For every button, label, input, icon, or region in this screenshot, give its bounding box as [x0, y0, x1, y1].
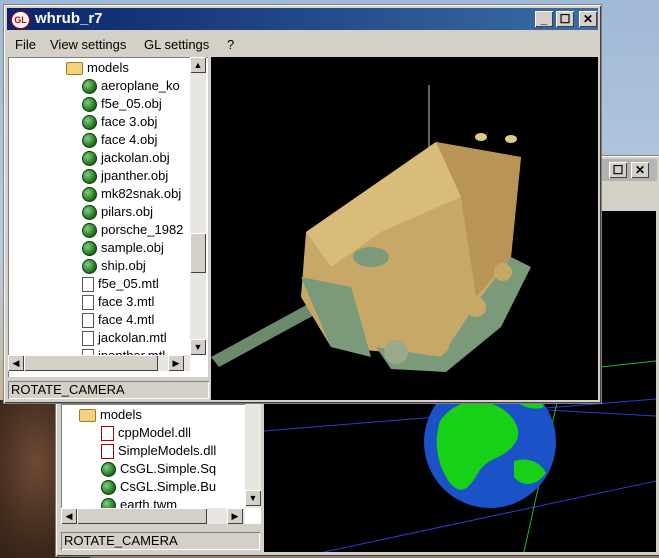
tree-item-label: sample.obj: [101, 240, 164, 255]
scroll-down-button[interactable]: ▼: [245, 490, 261, 506]
tree-item[interactable]: aeroplane_ko: [82, 77, 180, 95]
scroll-up-button[interactable]: ▲: [190, 57, 206, 73]
folder-icon: [66, 62, 83, 76]
tree-item-label: porsche_1982: [101, 222, 184, 237]
globe-icon: [82, 169, 97, 185]
menu-file[interactable]: File: [15, 37, 36, 52]
tree-item-label: face 3.mtl: [98, 294, 155, 309]
tree-item[interactable]: face 4.obj: [82, 131, 157, 149]
hscroll-thumb[interactable]: [24, 355, 158, 371]
document-icon: [82, 313, 94, 329]
tree-item[interactable]: mk82snak.obj: [82, 185, 181, 203]
tree-item-label: ship.obj: [101, 258, 146, 273]
dll-icon: [101, 444, 114, 460]
globe-icon: [82, 223, 97, 239]
menu-bar: File View settings GL settings ?: [7, 33, 598, 57]
tree-item-label: CsGL.Simple.Bu: [120, 479, 217, 494]
tree-item[interactable]: cppModel.dll: [101, 424, 191, 442]
tree-item-label: models: [87, 60, 129, 75]
tree-vscroll[interactable]: ▲ ▼: [190, 57, 206, 355]
tree-item[interactable]: SimpleModels.dll: [101, 442, 216, 460]
main-window-titlebar[interactable]: GL whrub_r7 _ ☐ ✕: [7, 8, 598, 30]
close-button[interactable]: ✕: [631, 162, 649, 178]
tree-item[interactable]: f5e_05.obj: [82, 95, 162, 113]
dll-icon: [101, 426, 114, 442]
maximize-button[interactable]: ☐: [609, 162, 627, 178]
globe-icon: [82, 79, 97, 95]
scroll-left-button[interactable]: ◀: [61, 508, 77, 524]
tank-model-render: [211, 85, 531, 372]
tree-item[interactable]: jackolan.mtl: [82, 329, 167, 347]
tree-item[interactable]: f5e_05.mtl: [82, 275, 159, 293]
status-bar: ROTATE_CAMERA: [8, 381, 209, 399]
tree-item-label: face 4.obj: [101, 132, 158, 147]
menu-gl-settings[interactable]: GL settings: [144, 37, 209, 52]
tree-item-label: jackolan.mtl: [98, 330, 167, 345]
tree-folder-models[interactable]: models: [66, 59, 129, 77]
tree-item-label: f5e_05.mtl: [98, 276, 159, 291]
tree-item-label: face 4.mtl: [98, 312, 155, 327]
globe-icon: [82, 151, 97, 167]
back-tree-vscroll[interactable]: ▼: [245, 404, 261, 508]
window-title: whrub_r7: [35, 10, 103, 27]
globe-icon: [82, 241, 97, 257]
globe-icon: [101, 480, 116, 496]
tree-item-label: SimpleModels.dll: [118, 443, 217, 458]
tree-hscroll[interactable]: ◀ ▶: [8, 355, 190, 371]
tree-item-label: pilars.obj: [101, 204, 154, 219]
maximize-button[interactable]: ☐: [556, 11, 574, 27]
tree-item[interactable]: face 3.obj: [82, 113, 157, 131]
tree-item-label: jpanther.obj: [101, 168, 169, 183]
tree-item[interactable]: face 4.mtl: [82, 311, 154, 329]
folder-icon: [79, 409, 96, 423]
tree-item[interactable]: face 3.mtl: [82, 293, 154, 311]
globe-icon: [82, 205, 97, 221]
minimize-button[interactable]: _: [535, 11, 553, 27]
tree-item[interactable]: CsGL.Simple.Bu: [101, 478, 216, 496]
tree-item-label: cppModel.dll: [118, 425, 191, 440]
back-status-bar: ROTATE_CAMERA: [61, 532, 260, 550]
main-window[interactable]: GL whrub_r7 _ ☐ ✕ File View settings GL …: [3, 4, 602, 404]
close-button[interactable]: ✕: [579, 11, 597, 27]
document-icon: [82, 295, 94, 311]
document-icon: [82, 331, 94, 347]
scroll-down-button[interactable]: ▼: [190, 339, 206, 355]
hscroll-thumb[interactable]: [77, 508, 207, 524]
model-tree-view[interactable]: models aeroplane_ko f5e_05.objface 3.obj fa…: [8, 57, 208, 377]
tree-item[interactable]: pilars.obj: [82, 203, 153, 221]
globe-icon: [101, 462, 116, 478]
tree-item[interactable]: porsche_1982: [82, 221, 183, 239]
menu-view-settings[interactable]: View settings: [50, 37, 126, 52]
app-icon: GL: [11, 11, 30, 29]
tree-item[interactable]: jackolan.obj: [82, 149, 170, 167]
tree-item-label: face 3.obj: [101, 114, 158, 129]
tree-item-label: CsGL.Simple.Sq: [120, 461, 217, 476]
scroll-left-button[interactable]: ◀: [8, 355, 24, 371]
tree-item[interactable]: sample.obj: [82, 239, 164, 257]
globe-icon: [82, 115, 97, 131]
vscroll-thumb[interactable]: [190, 233, 206, 273]
menu-help[interactable]: ?: [227, 37, 234, 52]
document-icon: [82, 277, 94, 293]
scroll-right-button[interactable]: ▶: [168, 355, 184, 371]
tree-item-label: mk82snak.obj: [101, 186, 182, 201]
back-tree-view[interactable]: models cppModel.dll SimpleModels.dll CsGL.S…: [61, 404, 261, 524]
globe-icon: [82, 133, 97, 149]
tree-item[interactable]: jpanther.obj: [82, 167, 168, 185]
tree-item-label: jackolan.obj: [101, 150, 170, 165]
tree-item-label: f5e_05.obj: [101, 96, 162, 111]
globe-icon: [82, 259, 97, 275]
tree-item-label: aeroplane_ko: [101, 78, 180, 93]
tree-folder-models[interactable]: models: [79, 406, 142, 424]
globe-icon: [82, 187, 97, 203]
globe-icon: [82, 97, 97, 113]
tree-item[interactable]: ship.obj: [82, 257, 146, 275]
gl-viewport[interactable]: [211, 57, 598, 400]
scroll-right-button[interactable]: ▶: [227, 508, 243, 524]
back-tree-hscroll[interactable]: ◀ ▶: [61, 508, 245, 524]
tree-item[interactable]: CsGL.Simple.Sq: [101, 460, 216, 478]
tree-item-label: models: [100, 407, 142, 422]
